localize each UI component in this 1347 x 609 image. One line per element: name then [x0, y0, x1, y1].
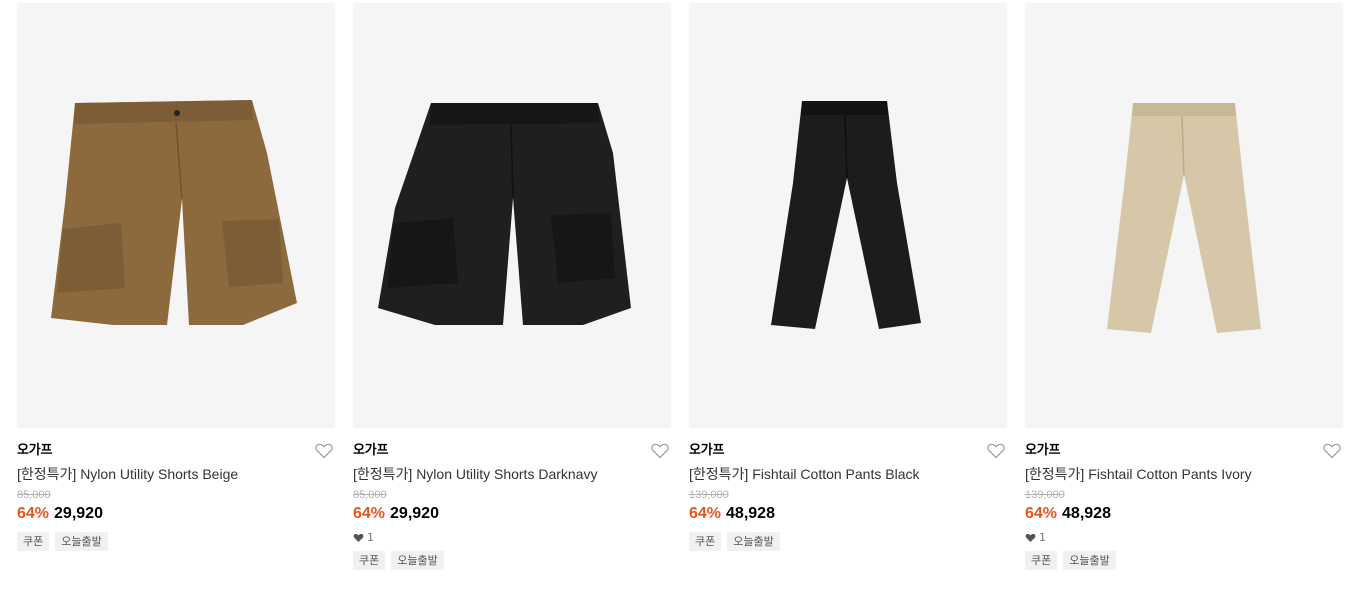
original-price: 85,000 [17, 489, 51, 501]
product-title[interactable]: [한정특가] Fishtail Cotton Pants Ivory [1025, 465, 1343, 483]
product-image[interactable] [17, 3, 335, 428]
tag-coupon: 쿠폰 [353, 551, 386, 570]
product-image[interactable] [1025, 3, 1343, 428]
original-price: 85,000 [353, 489, 387, 501]
price-row: 64% 48,928 [1025, 504, 1343, 524]
tag-today-shipping: 오늘출발 [727, 532, 780, 551]
tag-list: 쿠폰 오늘출발 [1025, 551, 1343, 570]
heart-icon[interactable] [987, 443, 1005, 459]
product-card[interactable]: 오가프 [한정특가] Fishtail Cotton Pants Ivory 1… [1025, 3, 1343, 570]
pants-image [771, 101, 921, 329]
heart-filled-icon [1025, 533, 1036, 542]
product-card[interactable]: 오가프 [한정특가] Nylon Utility Shorts Beige 85… [17, 3, 335, 551]
sale-price: 29,920 [390, 505, 439, 522]
product-title[interactable]: [한정특가] Nylon Utility Shorts Beige [17, 465, 335, 483]
pants-image [1107, 103, 1261, 333]
shorts-image [51, 100, 297, 325]
like-count-value: 1 [1039, 531, 1046, 544]
shorts-image [378, 103, 631, 325]
tag-list: 쿠폰 오늘출발 [17, 532, 335, 551]
price-row: 64% 48,928 [689, 504, 1007, 524]
tag-list: 쿠폰 오늘출발 [689, 532, 1007, 551]
like-count: 1 [353, 531, 671, 545]
sale-price: 48,928 [726, 505, 775, 522]
brand-name[interactable]: 오가프 [1025, 442, 1343, 460]
discount-rate: 64% [1025, 505, 1058, 522]
product-card[interactable]: 오가프 [한정특가] Nylon Utility Shorts Darknavy… [353, 3, 671, 570]
discount-rate: 64% [17, 505, 50, 522]
tag-today-shipping: 오늘출발 [55, 532, 108, 551]
discount-rate: 64% [689, 505, 722, 522]
product-image[interactable] [353, 3, 671, 428]
product-image[interactable] [689, 3, 1007, 428]
sale-price: 48,928 [1062, 505, 1111, 522]
discount-rate: 64% [353, 505, 386, 522]
original-price: 139,000 [689, 489, 729, 501]
sale-price: 29,920 [54, 505, 103, 522]
original-price: 139,000 [1025, 489, 1065, 501]
price-row: 64% 29,920 [17, 504, 335, 524]
heart-icon[interactable] [315, 443, 333, 459]
tag-coupon: 쿠폰 [17, 532, 50, 551]
brand-name[interactable]: 오가프 [689, 442, 1007, 460]
tag-today-shipping: 오늘출발 [1063, 551, 1116, 570]
heart-icon[interactable] [651, 443, 669, 459]
product-grid: 오가프 [한정특가] Nylon Utility Shorts Beige 85… [0, 0, 1347, 609]
tag-coupon: 쿠폰 [1025, 551, 1058, 570]
tag-list: 쿠폰 오늘출발 [353, 551, 671, 570]
like-count: 1 [1025, 531, 1343, 545]
heart-filled-icon [353, 533, 364, 542]
tag-coupon: 쿠폰 [689, 532, 722, 551]
price-row: 64% 29,920 [353, 504, 671, 524]
brand-name[interactable]: 오가프 [353, 442, 671, 460]
brand-name[interactable]: 오가프 [17, 442, 335, 460]
tag-today-shipping: 오늘출발 [391, 551, 444, 570]
product-title[interactable]: [한정특가] Nylon Utility Shorts Darknavy [353, 465, 671, 483]
product-title[interactable]: [한정특가] Fishtail Cotton Pants Black [689, 465, 1007, 483]
like-count-value: 1 [367, 531, 374, 544]
product-card[interactable]: 오가프 [한정특가] Fishtail Cotton Pants Black 1… [689, 3, 1007, 551]
heart-icon[interactable] [1323, 443, 1341, 459]
